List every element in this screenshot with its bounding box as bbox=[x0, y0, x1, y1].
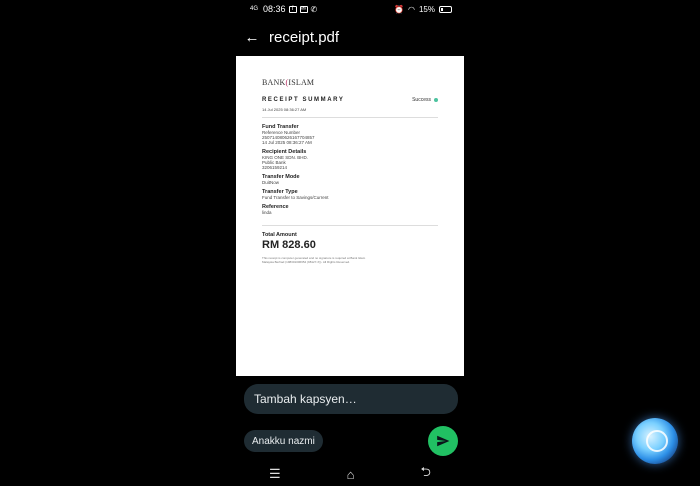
summary-title: RECEIPT SUMMARY bbox=[262, 97, 345, 103]
status-time: 08:36 bbox=[263, 4, 286, 14]
summary-header: RECEIPT SUMMARY Success bbox=[262, 97, 438, 103]
assistant-bubble-icon[interactable] bbox=[632, 418, 678, 464]
section-fund-transfer: Fund Transfer Reference Number 250714080… bbox=[262, 124, 438, 145]
phone-call-icon: ✆ bbox=[310, 4, 318, 14]
recipient-label: Anakku nazmi bbox=[252, 435, 315, 447]
top-bar: ← receipt.pdf bbox=[236, 24, 464, 50]
menu-icon[interactable]: ☰ bbox=[269, 466, 281, 482]
divider bbox=[262, 117, 438, 118]
status-right: ⏰ ◠ 15% bbox=[394, 5, 452, 14]
transfer-type-value: Fund Transfer to Savings/Current bbox=[262, 195, 329, 200]
arrow-left-icon: ← bbox=[244, 28, 260, 46]
receipt-date: 14 Jul 2025 08:36:27 AM bbox=[262, 107, 307, 112]
battery-icon bbox=[439, 5, 452, 13]
reference-value: linda bbox=[262, 210, 272, 215]
phone-screen: 4G 08:36 f ✉ ✆ ⏰ ◠ 15% ← receipt.pdf BAN… bbox=[236, 0, 464, 486]
send-button[interactable] bbox=[428, 426, 458, 456]
wifi-icon: ◠ bbox=[408, 4, 415, 14]
transfer-mode-value: DuitNow bbox=[262, 180, 280, 185]
home-icon[interactable]: ⌂ bbox=[347, 467, 355, 482]
status-bar: 4G 08:36 f ✉ ✆ ⏰ ◠ 15% bbox=[236, 0, 464, 18]
screen: 4G 08:36 f ✉ ✆ ⏰ ◠ 15% ← receipt.pdf BAN… bbox=[0, 0, 700, 486]
network-indicator: 4G bbox=[250, 6, 259, 12]
bank-logo: BANK(ISLAM bbox=[262, 78, 315, 87]
status-left: 4G 08:36 f ✉ ✆ bbox=[250, 4, 317, 14]
recipient-account: 3206159214 bbox=[262, 165, 288, 170]
battery-percent: 15% bbox=[418, 4, 435, 14]
back-button[interactable]: ← bbox=[236, 24, 268, 50]
section-reference: Reference linda bbox=[262, 204, 438, 215]
transfer-date: 14 Jul 2025 08:36:27 AM bbox=[262, 140, 312, 145]
mail-icon: ✉ bbox=[299, 5, 308, 13]
alarm-icon: ⏰ bbox=[394, 4, 404, 14]
total-amount: RM 828.60 bbox=[262, 239, 316, 251]
section-transfer-type: Transfer Type Fund Transfer to Savings/C… bbox=[262, 189, 438, 200]
caption-placeholder: Tambah kapsyen… bbox=[254, 392, 357, 406]
status-badge: Success bbox=[412, 97, 438, 103]
system-nav-bar: ☰ ⌂ ⮌ bbox=[236, 462, 464, 486]
return-icon[interactable]: ⮌ bbox=[421, 463, 431, 485]
total-label: Total Amount bbox=[262, 232, 297, 238]
facebook-icon: f bbox=[288, 5, 297, 13]
status-text: Success bbox=[412, 97, 431, 103]
caption-input[interactable]: Tambah kapsyen… bbox=[244, 384, 458, 414]
receipt-document[interactable]: BANK(ISLAM RECEIPT SUMMARY Success 14 Ju… bbox=[236, 56, 464, 376]
page-title: receipt.pdf bbox=[269, 28, 340, 46]
section-transfer-mode: Transfer Mode DuitNow bbox=[262, 174, 438, 185]
status-dot-icon bbox=[434, 98, 438, 102]
recipient-chip[interactable]: Anakku nazmi bbox=[244, 430, 323, 452]
send-icon bbox=[437, 435, 450, 447]
send-bar: Anakku nazmi bbox=[236, 422, 464, 460]
fine-print: This receipt is computer generated and n… bbox=[262, 256, 366, 264]
section-recipient-details: Recipient Details KING ONE SDN. BHD. Pub… bbox=[262, 149, 438, 170]
divider bbox=[262, 225, 438, 226]
